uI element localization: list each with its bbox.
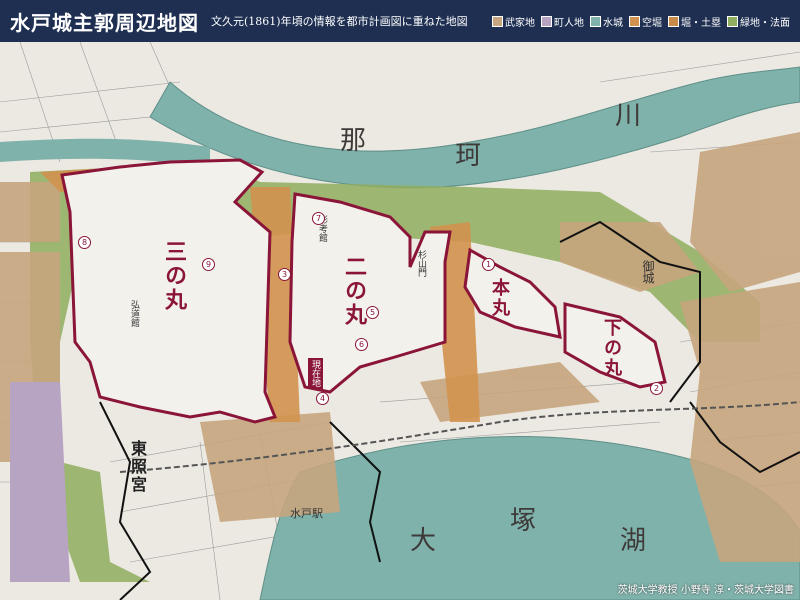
legend-item: 武家地 [492,14,535,29]
map-title: 水戸城主郭周辺地図 [10,10,199,35]
map-marker: 4 [316,392,329,405]
legend-label: 町人地 [554,17,584,29]
legend-swatch [629,15,640,27]
legend-label: 空堀 [642,17,662,29]
map-marker: 6 [355,338,368,351]
legend-item: 空堀 [629,14,662,29]
legend-item: 緑地・法面 [727,14,790,29]
map-board: 水戸城主郭周辺地図 文久元(1861)年頃の情報を都市計画図に重ねた地図 武家地… [0,0,800,600]
map-marker: 3 [278,268,291,281]
river-char: 珂 [455,141,482,171]
gojo-label: 御城 [641,260,655,284]
legend: 武家地 町人地 水城 空堀 堀・土塁 緑地・法面 [492,14,790,29]
ninomaru-label: 二の丸 [341,255,367,327]
sannomaru-label: 三の丸 [161,240,187,312]
map-marker: 9 [202,258,215,271]
sugiyama-gate-label: 杉山門 [416,250,426,277]
legend-swatch [590,15,601,27]
legend-swatch [727,15,738,27]
legend-swatch [541,15,552,27]
map-marker: 2 [650,382,663,395]
legend-label: 武家地 [505,17,535,29]
lake-char: 湖 [620,526,647,556]
honmaru-label: 本丸 [489,278,510,318]
river-char: 那 [340,126,367,156]
merchant-district [10,382,70,582]
legend-swatch [668,15,679,27]
legend-label: 水城 [603,17,623,29]
lake-char: 大 [410,526,437,556]
legend-item: 水城 [590,14,623,29]
title-bar: 水戸城主郭周辺地図 文久元(1861)年頃の情報を都市計画図に重ねた地図 武家地… [0,0,800,42]
map-marker: 1 [482,258,495,271]
legend-label: 堀・土塁 [681,17,721,29]
current-location-marker: 現在地 [308,358,323,389]
toshogu-label: 東照宮 [128,440,147,494]
river-char: 川 [615,101,642,131]
legend-label: 緑地・法面 [740,17,790,29]
mito-station-label: 水戸駅 [290,507,323,520]
map-marker: 5 [366,306,379,319]
map-marker: 8 [78,236,91,249]
credit-line: 茨城大学教授 小野寺 淳・茨城大学図書 [617,585,794,596]
map-canvas [0,42,800,600]
legend-item: 堀・土塁 [668,14,721,29]
kodokan-label: 弘道館 [129,300,139,327]
legend-swatch [492,15,503,27]
lake-char: 塚 [510,506,537,536]
legend-item: 町人地 [541,14,584,29]
map-subtitle: 文久元(1861)年頃の情報を都市計画図に重ねた地図 [211,15,468,28]
map-marker: 7 [312,212,325,225]
shimonomaru-label: 下の丸 [601,318,622,378]
